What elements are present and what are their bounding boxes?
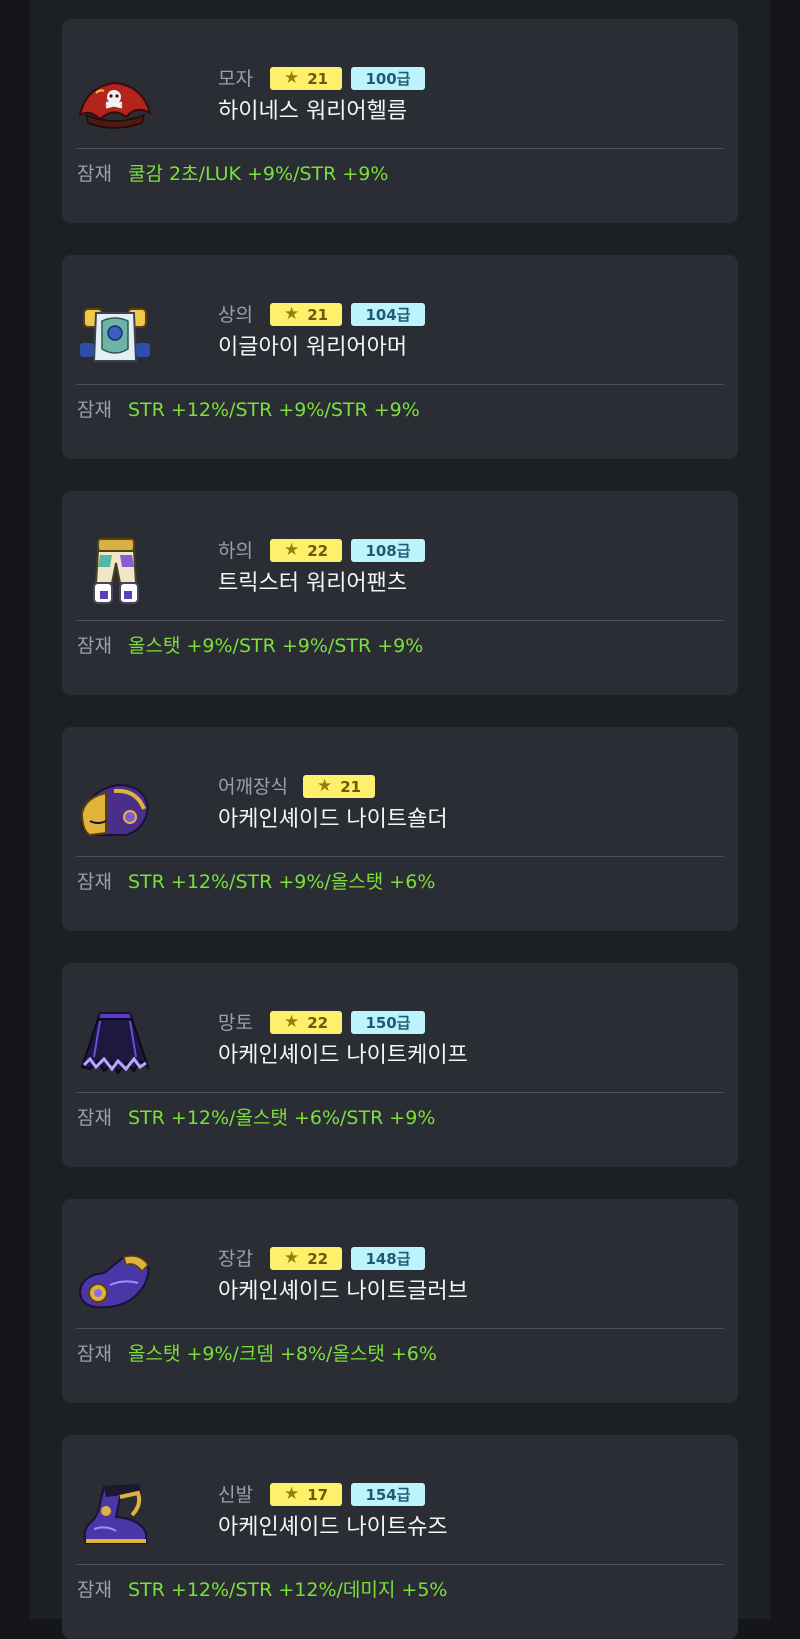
item-name: 아케인셰이드 나이트슈즈 [218,1515,448,1540]
star-icon: ★ [283,1012,300,1032]
starforce-badge: ★ 22 [270,539,342,562]
cape-icon [76,1009,154,1079]
divider [76,1328,724,1329]
pants-icon [76,537,154,607]
starforce-badge: ★ 17 [270,1483,342,1506]
starforce-value: 17 [307,1485,329,1504]
starforce-value: 21 [340,777,362,796]
divider [76,1564,724,1565]
divider [76,620,724,621]
starforce-value: 21 [307,69,329,88]
potential-label: 잠재 [77,871,112,893]
starforce-badge: ★ 21 [270,67,342,90]
item-badges: ★ 21 [303,775,375,798]
divider [76,1092,724,1093]
pirate-hat-icon [76,65,154,135]
shoulder-icon [76,773,154,843]
starforce-badge: ★ 22 [270,1011,342,1034]
item-badges: ★ 22 108급 [270,539,425,562]
potential-label: 잠재 [77,1579,112,1601]
level-badge: 154급 [351,1483,425,1506]
potential-value: STR +12%/STR +9%/STR +9% [128,399,420,421]
item-badges: ★ 21 100급 [270,67,425,90]
star-icon: ★ [283,540,300,560]
starforce-badge: ★ 21 [270,303,342,326]
potential-value: 올스탯 +9%/크뎀 +8%/올스탯 +6% [128,1343,437,1365]
item-slot: 모자 [218,68,253,90]
item-name: 하이네스 워리어헬름 [218,99,408,124]
item-name: 트릭스터 워리어팬츠 [218,571,408,596]
level-badge: 108급 [351,539,425,562]
potential-label: 잠재 [77,399,112,421]
level-badge: 150급 [351,1011,425,1034]
item-slot: 장갑 [218,1248,253,1270]
potential-value: 쿨감 2초/LUK +9%/STR +9% [128,163,389,185]
potential-label: 잠재 [77,1107,112,1129]
item-card-cape[interactable]: 망토 ★ 22 150급 아케인셰이드 나이트케이프 잠재 STR +12%/올… [62,963,738,1167]
item-name: 아케인셰이드 나이트글러브 [218,1279,468,1304]
potential-value: STR +12%/STR +12%/데미지 +5% [128,1579,448,1601]
potential-label: 잠재 [77,635,112,657]
star-icon: ★ [283,304,300,324]
potential-value: 올스탯 +9%/STR +9%/STR +9% [128,635,424,657]
equipment-list: 모자 ★ 21 100급 하이네스 워리어헬름 잠재 쿨감 2초/LUK +9%… [30,0,770,1639]
item-card-gloves[interactable]: 장갑 ★ 22 148급 아케인셰이드 나이트글러브 잠재 올스탯 +9%/크뎀… [62,1199,738,1403]
starforce-value: 22 [307,1249,329,1268]
item-badges: ★ 22 148급 [270,1247,425,1270]
item-name: 아케인셰이드 나이트케이프 [218,1043,468,1068]
potential-label: 잠재 [77,163,112,185]
divider [76,148,724,149]
item-badges: ★ 21 104급 [270,303,425,326]
starforce-badge: ★ 22 [270,1247,342,1270]
item-name: 아케인셰이드 나이트숄더 [218,807,448,832]
item-badges: ★ 17 154급 [270,1483,425,1506]
level-badge: 104급 [351,303,425,326]
item-slot: 상의 [218,304,253,326]
starforce-badge: ★ 21 [303,775,375,798]
item-card-shoulder[interactable]: 어깨장식 ★ 21 아케인셰이드 나이트숄더 잠재 STR +12%/STR +… [62,727,738,931]
star-icon: ★ [283,68,300,88]
item-slot: 어깨장식 [218,776,288,798]
item-slot: 신발 [218,1484,253,1506]
potential-value: STR +12%/STR +9%/올스탯 +6% [128,871,436,893]
starforce-value: 22 [307,541,329,560]
star-icon: ★ [283,1248,300,1268]
item-card-top[interactable]: 상의 ★ 21 104급 이글아이 워리어아머 잠재 STR +12%/STR … [62,255,738,459]
item-card-bottom[interactable]: 하의 ★ 22 108급 트릭스터 워리어팬츠 잠재 올스탯 +9%/STR +… [62,491,738,695]
starforce-value: 22 [307,1013,329,1032]
level-badge: 148급 [351,1247,425,1270]
item-name: 이글아이 워리어아머 [218,335,408,360]
boots-icon [76,1481,154,1551]
item-slot: 망토 [218,1012,253,1034]
potential-value: STR +12%/올스탯 +6%/STR +9% [128,1107,436,1129]
item-card-shoes[interactable]: 신발 ★ 17 154급 아케인셰이드 나이트슈즈 잠재 STR +12%/ST… [62,1435,738,1639]
star-icon: ★ [316,776,333,796]
divider [76,384,724,385]
item-card-hat[interactable]: 모자 ★ 21 100급 하이네스 워리어헬름 잠재 쿨감 2초/LUK +9%… [62,19,738,223]
starforce-value: 21 [307,305,329,324]
divider [76,856,724,857]
armor-top-icon [76,301,154,371]
item-slot: 하의 [218,540,253,562]
glove-icon [76,1245,154,1315]
item-badges: ★ 22 150급 [270,1011,425,1034]
potential-label: 잠재 [77,1343,112,1365]
star-icon: ★ [283,1484,300,1504]
level-badge: 100급 [351,67,425,90]
